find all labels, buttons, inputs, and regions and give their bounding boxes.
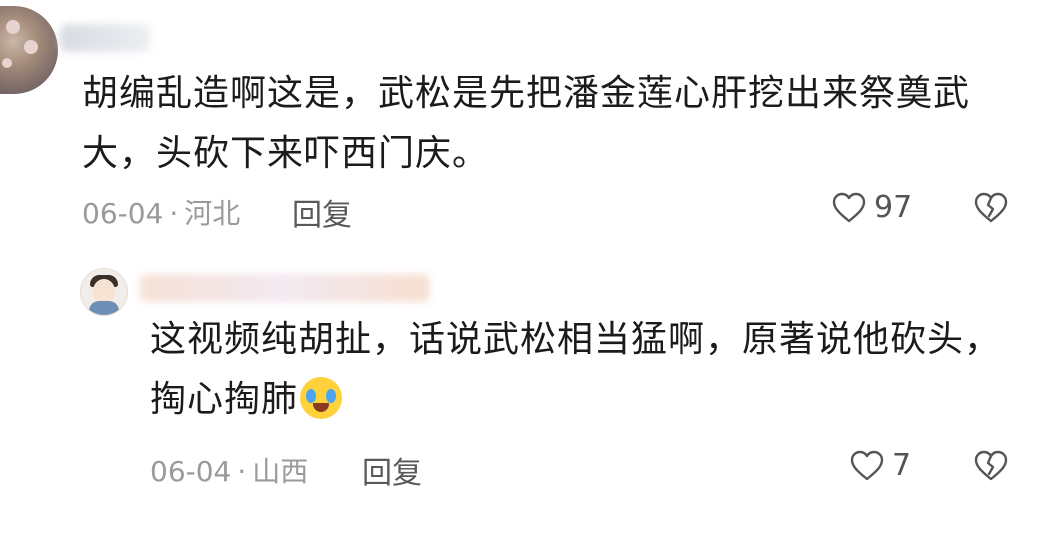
comment-meta: 06-04 · 山西 <box>150 455 309 488</box>
comment-text: 这视频纯胡扯，话说武松相当猛啊，原著说他砍头，掏心掏肺 <box>150 310 1020 430</box>
comment-date: 06-04 <box>150 455 232 488</box>
comment-text: 胡编乱造啊这是，武松是先把潘金莲心肝挖出来祭奠武大，头砍下来吓西门庆。 <box>82 73 971 174</box>
comment-location: 山西 <box>252 455 309 488</box>
comment-location: 河北 <box>184 197 241 230</box>
comment-meta: 06-04 · 河北 <box>82 197 241 230</box>
like-count: 97 <box>874 190 913 225</box>
crying-laughing-emoji-icon <box>300 377 343 419</box>
broken-heart-icon[interactable] <box>974 192 1008 224</box>
username-redacted <box>140 274 430 302</box>
username-redacted <box>60 24 150 52</box>
comment-date: 06-04 <box>82 197 164 230</box>
heart-outline-icon <box>850 450 884 480</box>
reply-button[interactable]: 回复 <box>362 448 422 492</box>
like-button[interactable]: 7 <box>850 448 911 483</box>
reply-button[interactable]: 回复 <box>292 190 352 234</box>
comment-text-content: 这视频纯胡扯，话说武松相当猛啊，原著说他砍头，掏心掏肺 <box>150 319 1002 420</box>
heart-outline-icon <box>832 192 866 222</box>
user-avatar[interactable] <box>0 6 58 94</box>
broken-heart-icon[interactable] <box>974 450 1008 482</box>
user-avatar[interactable] <box>80 268 128 316</box>
comment-item: 胡编乱造啊这是，武松是先把潘金莲心肝挖出来祭奠武大，头砍下来吓西门庆。 06-0… <box>0 0 1052 260</box>
like-count: 7 <box>892 448 912 483</box>
comment-item: 这视频纯胡扯，话说武松相当猛啊，原著说他砍头，掏心掏肺 06-04 · 山西 回复 … <box>0 260 1052 538</box>
like-button[interactable]: 97 <box>832 190 912 225</box>
